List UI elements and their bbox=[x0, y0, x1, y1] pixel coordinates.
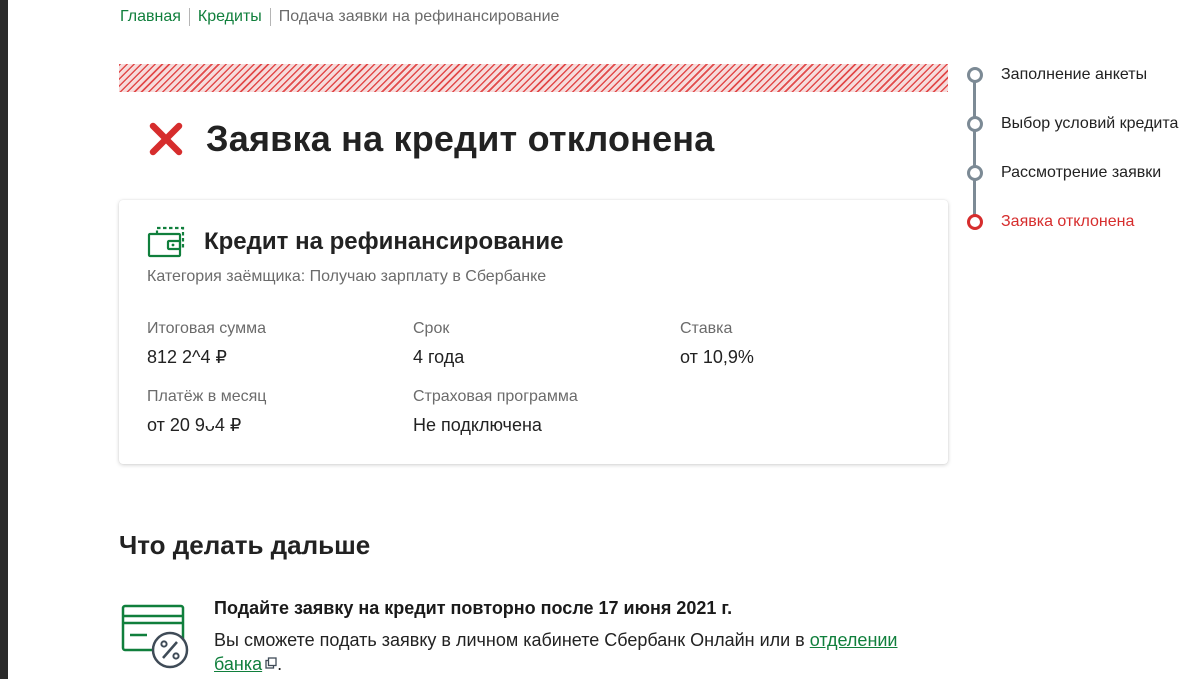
step-conditions: Выбор условий кредита bbox=[960, 109, 1178, 139]
field-term: Срок 4 года bbox=[413, 319, 464, 368]
field-monthly-label: Платёж в месяц bbox=[147, 388, 267, 405]
step-rejected: Заявка отклонена bbox=[960, 207, 1134, 237]
step-dot-icon bbox=[967, 214, 983, 230]
field-rate: Ставка от 10,9% bbox=[680, 319, 754, 368]
field-insurance: Страховая программа Не подключена bbox=[413, 387, 578, 436]
breadcrumb-separator bbox=[269, 8, 271, 26]
step-review: Рассмотрение заявки bbox=[960, 158, 1161, 188]
step-form: Заполнение анкеты bbox=[960, 60, 1147, 90]
application-progress-steps: Заполнение анкеты Выбор условий кредита … bbox=[960, 60, 1200, 240]
step-dot-icon bbox=[967, 165, 983, 181]
credit-summary-card: Кредит на рефинансирование Категория заё… bbox=[119, 200, 948, 464]
borrower-category: Категория заёмщика: Получаю зарплату в С… bbox=[147, 268, 547, 285]
status-header: Заявка на кредит отклонена bbox=[148, 118, 714, 160]
step-label: Заявка отклонена bbox=[1001, 213, 1135, 230]
field-term-value: 4 года bbox=[413, 347, 465, 367]
breadcrumb-current: Подача заявки на рефинансирование bbox=[278, 8, 560, 25]
field-term-label: Срок bbox=[413, 320, 450, 337]
field-monthly-value: от 20 9ᴗ4 ₽ bbox=[147, 415, 242, 435]
field-total: Итоговая сумма 812 2^4 ₽ bbox=[147, 319, 266, 368]
step-label: Выбор условий кредита bbox=[1001, 115, 1179, 132]
progress-line bbox=[973, 74, 976, 222]
step-label: Рассмотрение заявки bbox=[1001, 164, 1162, 181]
field-rate-value: от 10,9% bbox=[680, 347, 754, 367]
next-steps-title: Что делать дальше bbox=[119, 530, 371, 560]
step-dot-icon bbox=[967, 116, 983, 132]
rejection-stripe-banner bbox=[119, 64, 948, 92]
step-label: Заполнение анкеты bbox=[1001, 66, 1148, 83]
close-icon bbox=[149, 122, 183, 156]
next-step-body-end: . bbox=[277, 654, 283, 674]
credit-card-percent-icon bbox=[121, 604, 189, 669]
external-link-icon bbox=[265, 657, 277, 669]
page-title: Заявка на кредит отклонена bbox=[206, 118, 715, 159]
field-insurance-label: Страховая программа bbox=[413, 388, 578, 405]
next-step-heading: Подайте заявку на кредит повторно после … bbox=[214, 598, 733, 618]
wallet-icon bbox=[147, 226, 185, 258]
field-insurance-value: Не подключена bbox=[413, 415, 542, 435]
window-edge bbox=[0, 0, 8, 679]
card-title: Кредит на рефинансирование bbox=[204, 228, 564, 255]
step-dot-icon bbox=[967, 67, 983, 83]
field-rate-label: Ставка bbox=[680, 320, 733, 337]
field-monthly: Платёж в месяц от 20 9ᴗ4 ₽ bbox=[147, 387, 266, 436]
breadcrumb: Главная Кредиты Подача заявки на рефинан… bbox=[120, 7, 559, 27]
field-total-value: 812 2^4 ₽ bbox=[147, 347, 227, 367]
field-total-label: Итоговая сумма bbox=[147, 320, 266, 337]
breadcrumb-separator bbox=[188, 8, 190, 26]
next-step-body-text: Вы сможете подать заявку в личном кабине… bbox=[214, 630, 810, 650]
breadcrumb-home-link[interactable]: Главная bbox=[120, 7, 181, 27]
breadcrumb-credits-link[interactable]: Кредиты bbox=[198, 7, 262, 27]
next-step-body: Вы сможете подать заявку в личном кабине… bbox=[214, 628, 949, 676]
